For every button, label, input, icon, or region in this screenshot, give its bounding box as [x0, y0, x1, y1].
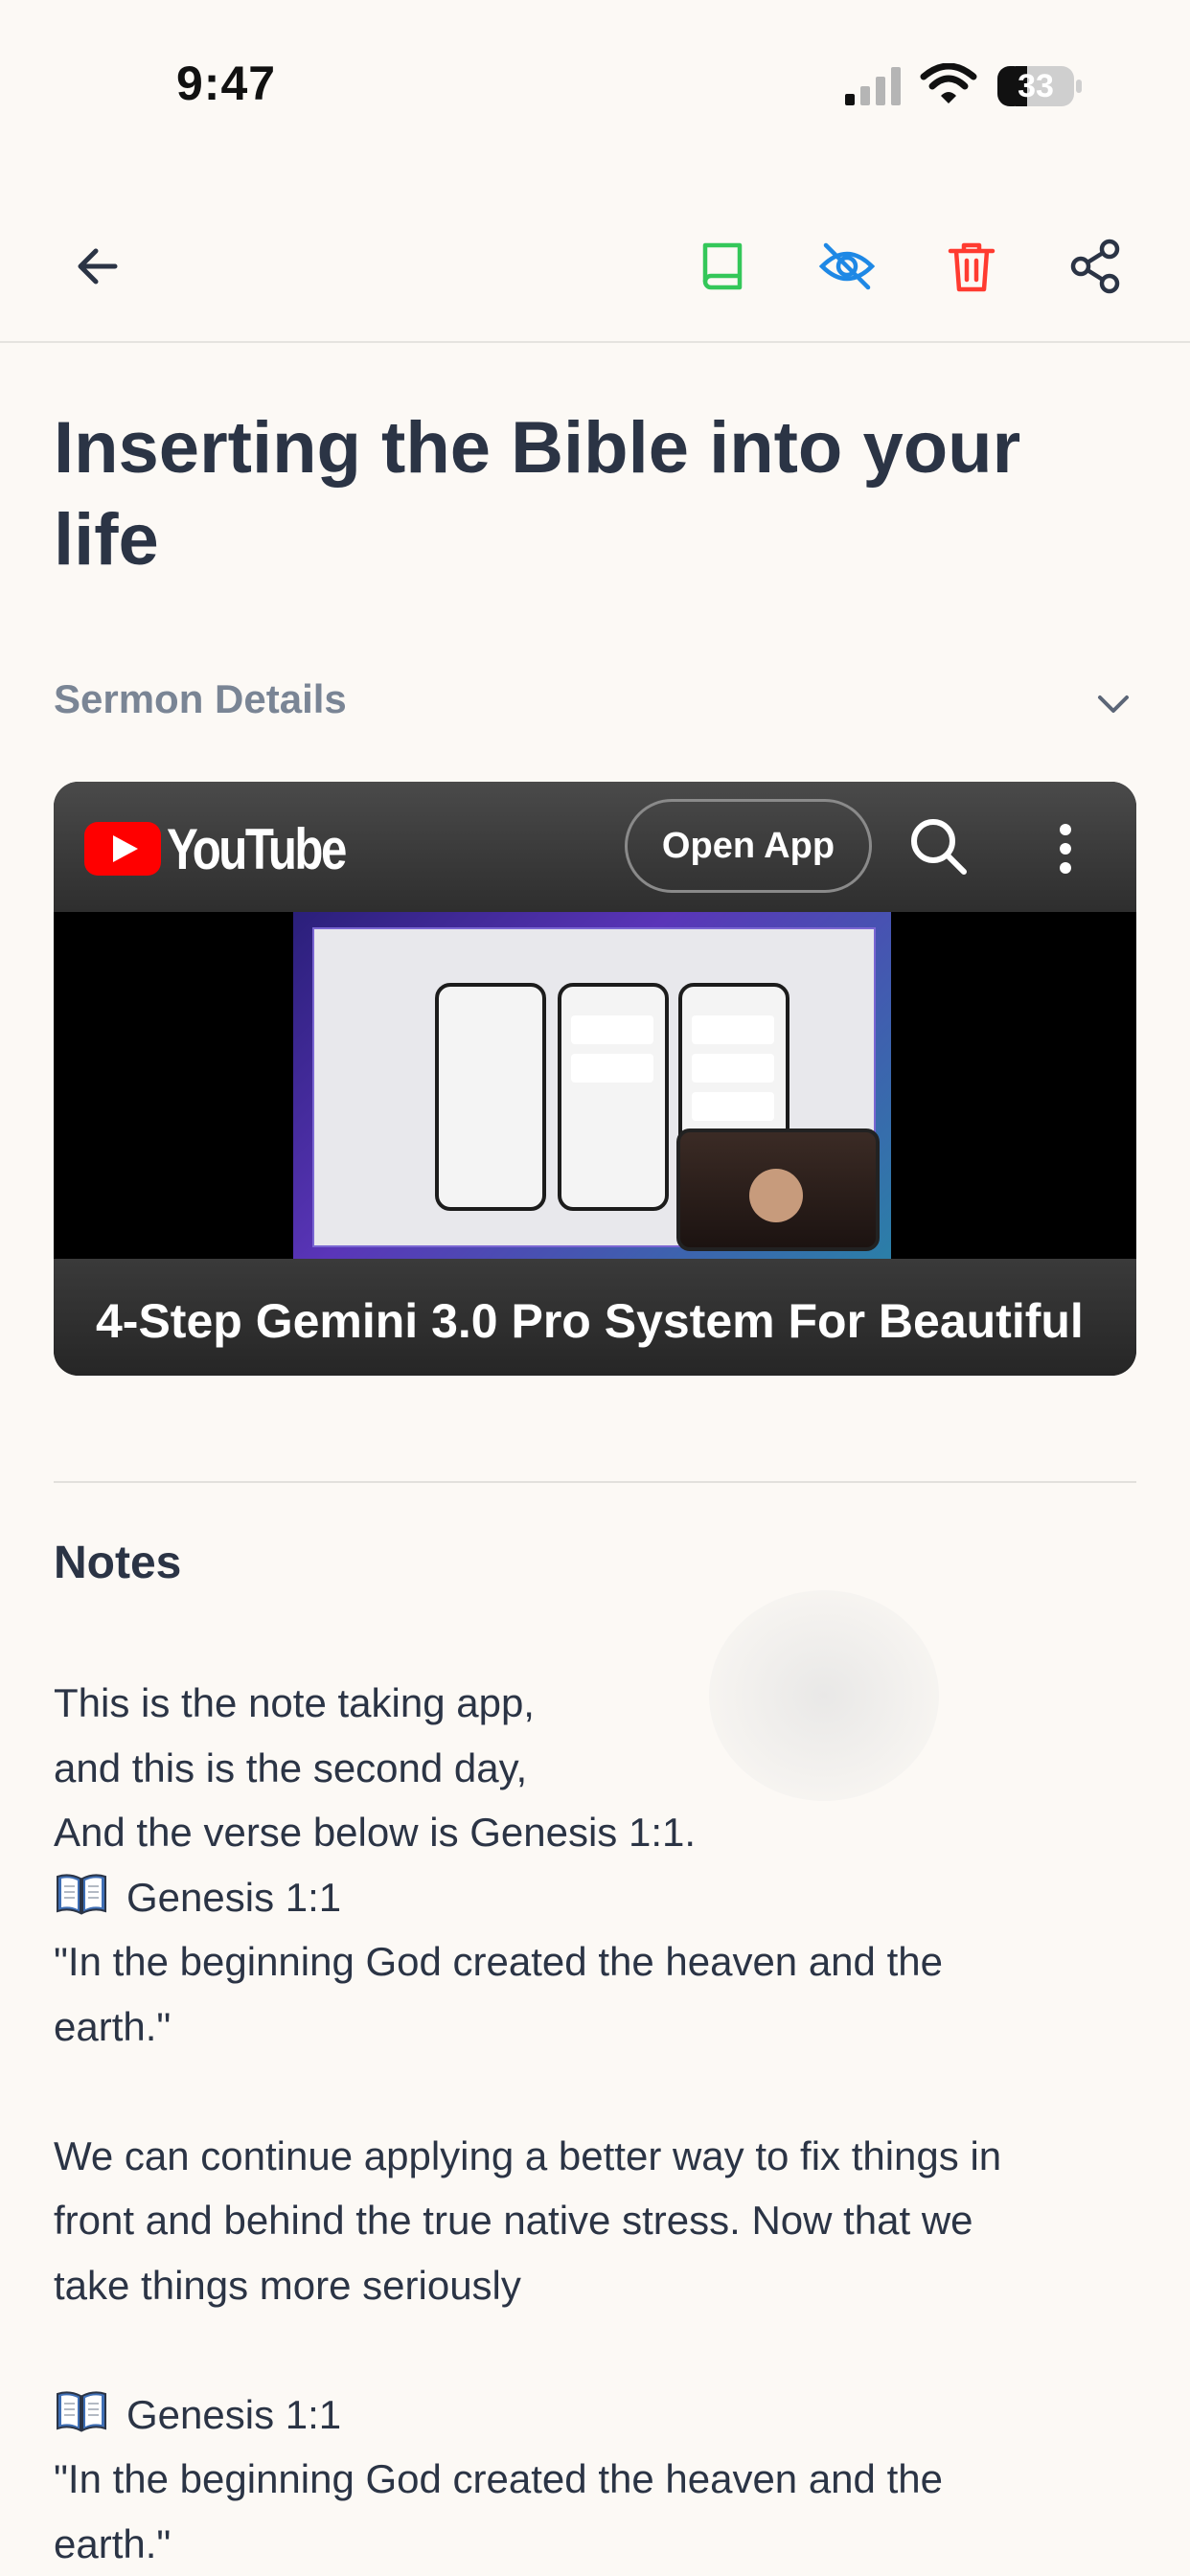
share-button[interactable] — [1054, 224, 1138, 308]
verse-reference-text: Genesis 1:1 — [126, 2392, 341, 2437]
verse-text: earth." — [54, 1995, 1136, 2060]
trash-icon — [941, 236, 1002, 297]
back-button[interactable] — [56, 224, 140, 308]
eye-off-icon — [816, 236, 878, 297]
youtube-play-icon — [84, 822, 161, 876]
video-title: 4-Step Gemini 3.0 Pro System For Beautif… — [96, 1293, 1084, 1349]
verse-reference-text: Genesis 1:1 — [126, 1875, 341, 1920]
verse-reference: Genesis 1:1 — [54, 2382, 1136, 2448]
verse-text: "In the beginning God created the heaven… — [54, 2447, 1136, 2512]
thumbnail-card — [571, 1015, 653, 1044]
note-line: front and behind the true native stress.… — [54, 2188, 1136, 2253]
thumbnail-phone — [435, 983, 546, 1211]
note-line: This is the note taking app, — [54, 1671, 1136, 1736]
sermon-details-toggle[interactable]: Sermon Details — [54, 667, 1136, 738]
youtube-logo: YouTube — [84, 820, 384, 878]
status-time: 9:47 — [176, 56, 276, 111]
battery-level: 33 — [1002, 65, 1069, 107]
verse-reference: Genesis 1:1 — [54, 1865, 1136, 1930]
video-caption-bar: 4-Step Gemini 3.0 Pro System For Beautif… — [54, 1259, 1136, 1376]
thumbnail-card — [692, 1015, 774, 1044]
wifi-icon — [920, 63, 977, 105]
more-options-icon[interactable] — [1046, 820, 1085, 878]
verse-text: "In the beginning God created the heaven… — [54, 1929, 1136, 1995]
share-icon — [1065, 236, 1127, 297]
search-icon[interactable] — [904, 812, 972, 879]
thumbnail-webcam — [676, 1128, 880, 1251]
thumbnail-card — [571, 1054, 653, 1083]
delete-button[interactable] — [929, 224, 1014, 308]
book-icon — [692, 236, 753, 297]
bible-button[interactable] — [680, 224, 765, 308]
note-line: And the verse below is Genesis 1:1. — [54, 1800, 1136, 1865]
toggle-visibility-button[interactable] — [805, 224, 889, 308]
thumbnail-phone — [558, 983, 669, 1211]
video-thumbnail — [293, 912, 891, 1259]
sermon-title: Inserting the Bible into your life — [54, 402, 1136, 586]
section-divider — [54, 1481, 1136, 1483]
sermon-details-label: Sermon Details — [54, 676, 347, 722]
top-toolbar — [0, 192, 1190, 343]
youtube-brand: YouTube — [167, 816, 345, 882]
verse-text: earth." — [54, 2512, 1136, 2576]
chevron-down-icon — [1090, 680, 1136, 726]
open-book-icon — [54, 1871, 109, 1917]
note-line: and this is the second day, — [54, 1736, 1136, 1801]
status-bar: 9:47 33 — [0, 0, 1190, 172]
youtube-embed[interactable]: YouTube Open App — [54, 782, 1136, 1376]
open-book-icon — [54, 2388, 109, 2434]
note-line: We can continue applying a better way to… — [54, 2124, 1136, 2189]
thumbnail-card — [692, 1092, 774, 1121]
open-app-button[interactable]: Open App — [625, 799, 872, 893]
notes-heading: Notes — [54, 1537, 181, 1589]
signal-icon — [843, 67, 904, 105]
thumbnail-card — [692, 1054, 774, 1083]
notes-body[interactable]: This is the note taking app, and this is… — [54, 1671, 1136, 2576]
note-spacer — [54, 2059, 1136, 2124]
note-line: take things more seriously — [54, 2253, 1136, 2318]
note-spacer — [54, 2317, 1136, 2382]
thumbnail-presenter — [749, 1169, 803, 1222]
back-arrow-icon — [67, 236, 128, 297]
video-header: YouTube Open App — [54, 782, 1136, 912]
